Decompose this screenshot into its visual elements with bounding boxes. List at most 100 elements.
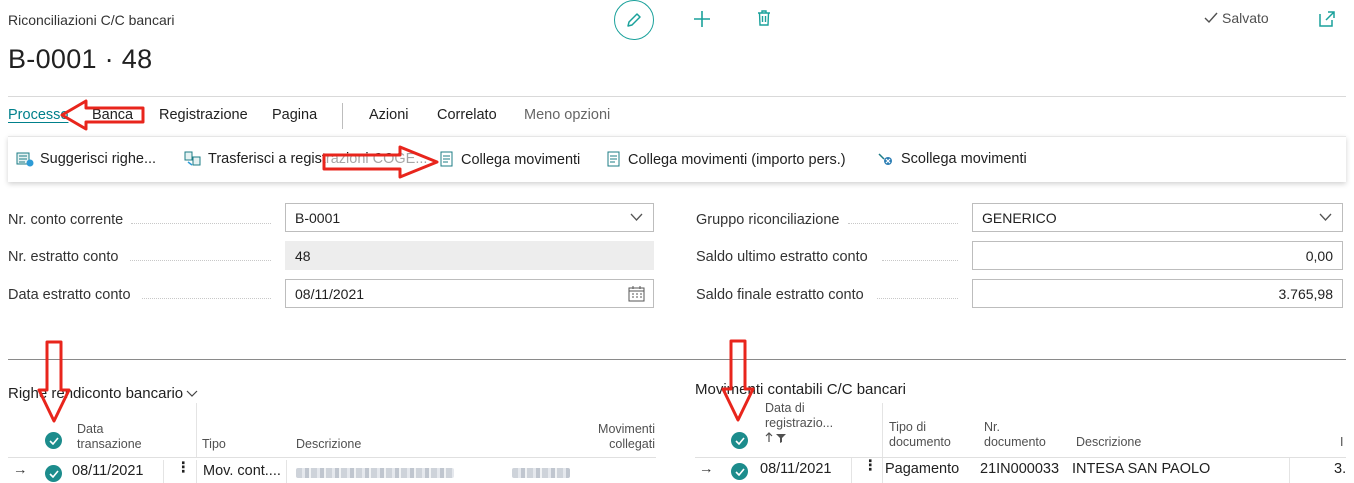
- bank-account-no-label: Nr. conto corrente: [8, 212, 124, 228]
- column-header-description[interactable]: Descrizione: [296, 437, 361, 452]
- dotted-leader: [848, 223, 958, 224]
- new-button[interactable]: [688, 4, 716, 34]
- tab-correlato[interactable]: Correlato: [437, 107, 497, 123]
- row-matched-checkmark[interactable]: [731, 463, 748, 480]
- dotted-leader: [877, 298, 958, 299]
- match-manual-icon: [607, 151, 620, 167]
- action-bar: Suggerisci righe... Trasferisci a regist…: [8, 136, 1346, 182]
- column-divider: [882, 403, 883, 457]
- column-header-date-line2: transazione: [77, 437, 142, 451]
- match-icon: [440, 151, 453, 167]
- tab-meno-opzioni[interactable]: Meno opzioni: [524, 107, 610, 123]
- dotted-leader: [130, 260, 271, 261]
- checkmark-icon: [48, 469, 59, 478]
- select-all-checkmark[interactable]: [45, 432, 62, 449]
- column-header-doc-no-line2: documento: [984, 435, 1046, 449]
- dotted-leader: [142, 298, 271, 299]
- dotted-leader: [882, 260, 958, 261]
- column-header-doc-type-line1: Tipo di: [889, 420, 927, 434]
- column-header-applied-entries[interactable]: Movimenti collegati: [585, 422, 655, 452]
- row-document-type[interactable]: Pagamento: [885, 461, 959, 477]
- transfer-icon: [184, 151, 201, 166]
- checkmark-icon: [48, 436, 59, 445]
- checkmark-icon: [734, 436, 745, 445]
- dotted-leader: [131, 223, 271, 224]
- header-divider: [8, 96, 1346, 97]
- tab-separator: [342, 103, 343, 129]
- match-manually-button[interactable]: Collega movimenti (importo pers.): [606, 151, 846, 168]
- bank-account-no-field[interactable]: B-0001: [285, 203, 654, 232]
- annotation-arrow-left: [60, 99, 145, 131]
- delete-button[interactable]: [752, 4, 776, 32]
- row-transaction-date[interactable]: 08/11/2021: [72, 463, 144, 479]
- annotation-arrow-down-left: [37, 340, 71, 423]
- ending-balance-label: Saldo finale estratto conto: [696, 287, 864, 303]
- row-amount[interactable]: 3.: [1334, 461, 1346, 477]
- column-divider: [196, 403, 197, 457]
- suggest-lines-button[interactable]: Suggerisci righe...: [16, 151, 156, 167]
- column-header-description[interactable]: Descrizione: [1076, 435, 1141, 450]
- bank-account-no-value: B-0001: [295, 209, 341, 226]
- column-header-amount[interactable]: I: [1340, 435, 1343, 450]
- redacted-description: [512, 468, 570, 478]
- sort-filter-indicator[interactable]: [765, 432, 833, 443]
- statement-date-value: 08/11/2021: [295, 285, 365, 302]
- statement-date-label: Data estratto conto: [8, 287, 131, 303]
- suggest-lines-icon: [16, 152, 34, 167]
- match-manually-label: Collega movimenti (importo pers.): [628, 151, 846, 168]
- filter-icon: [776, 433, 786, 443]
- row-description[interactable]: INTESA SAN PAOLO: [1072, 461, 1210, 477]
- section-divider: [8, 359, 1346, 360]
- column-header-date-line1: Data: [77, 422, 104, 436]
- trash-icon: [758, 10, 770, 26]
- column-header-posting-line1: Data di: [765, 401, 805, 415]
- statement-date-field[interactable]: 08/11/2021: [285, 279, 654, 308]
- calendar-icon[interactable]: [628, 286, 645, 302]
- row-document-no[interactable]: 21IN000033: [980, 461, 1059, 477]
- statement-no-value: 48: [295, 247, 311, 264]
- edit-button[interactable]: [614, 0, 654, 40]
- checkmark-icon: [734, 467, 745, 476]
- redacted-description: [296, 468, 454, 478]
- row-posting-date[interactable]: 08/11/2021: [760, 461, 832, 477]
- reconciliation-group-value: GENERICO: [982, 209, 1057, 226]
- plus-icon: [694, 11, 710, 27]
- tab-registrazione[interactable]: Registrazione: [159, 107, 248, 123]
- saved-label: Salvato: [1222, 10, 1269, 26]
- select-all-checkmark[interactable]: [731, 432, 748, 449]
- tab-pagina[interactable]: Pagina: [272, 107, 317, 123]
- reconciliation-group-label: Gruppo riconciliazione: [696, 212, 840, 228]
- pencil-icon: [627, 13, 641, 27]
- row-actions-menu-icon[interactable]: ⋮: [176, 460, 191, 476]
- tab-azioni[interactable]: Azioni: [369, 107, 409, 123]
- unlink-icon: [878, 153, 892, 165]
- chevron-down-icon: [186, 390, 198, 397]
- chevron-down-icon: [1319, 213, 1332, 221]
- reconciliation-group-field[interactable]: GENERICO: [972, 203, 1343, 232]
- ending-balance-value: 3.765,98: [1278, 285, 1334, 302]
- open-new-window-icon[interactable]: [1316, 8, 1338, 30]
- row-matched-checkmark[interactable]: [45, 465, 62, 482]
- column-header-transaction-date[interactable]: Data transazione: [77, 422, 142, 452]
- last-balance-label: Saldo ultimo estratto conto: [696, 249, 868, 265]
- column-header-document-no[interactable]: Nr. documento: [984, 420, 1046, 450]
- column-header-posting-line2: registrazio...: [765, 416, 834, 430]
- row-type[interactable]: Mov. cont....: [203, 463, 281, 479]
- column-header-posting-date[interactable]: Data di registrazio...: [765, 401, 833, 443]
- statement-no-field: 48: [285, 241, 654, 270]
- match-entries-button[interactable]: Collega movimenti: [439, 151, 580, 168]
- row-actions-menu-icon[interactable]: ⋮: [863, 458, 878, 474]
- last-balance-field[interactable]: 0,00: [972, 241, 1343, 270]
- unmatch-entries-label: Scollega movimenti: [901, 151, 1027, 167]
- column-divider: [1289, 458, 1290, 483]
- column-header-document-type[interactable]: Tipo di documento: [889, 420, 951, 450]
- ending-balance-field[interactable]: 3.765,98: [972, 279, 1343, 308]
- checkmark-icon: [1204, 12, 1218, 24]
- column-header-type[interactable]: Tipo: [202, 437, 226, 452]
- annotation-arrow-right: [322, 145, 439, 179]
- annotation-arrow-down-right: [721, 339, 755, 422]
- suggest-lines-label: Suggerisci righe...: [40, 151, 157, 167]
- column-header-applied-line1: Movimenti: [598, 422, 655, 436]
- unmatch-entries-button[interactable]: Scollega movimenti: [877, 151, 1027, 167]
- column-header-doc-no-line1: Nr.: [984, 420, 1000, 434]
